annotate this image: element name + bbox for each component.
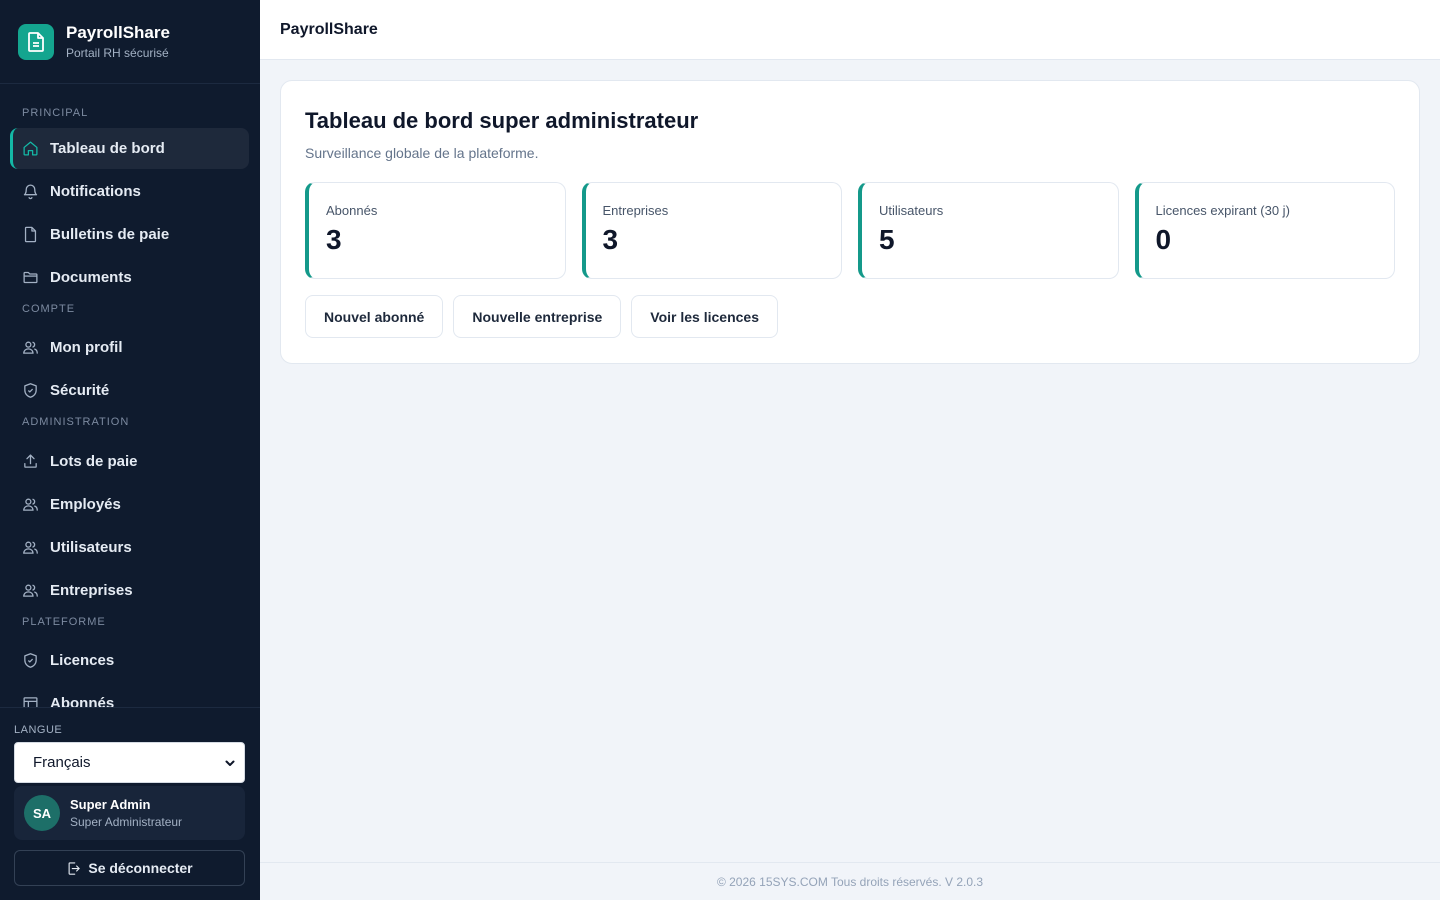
nav-section-plateforme: PLATEFORME [22,616,106,628]
topbar: PayrollShare [260,0,1440,60]
stat-label: Licences expirant (30 j) [1155,203,1290,218]
sidebar-item-profile[interactable]: Mon profil [10,327,249,368]
user-role: Super Administrateur [70,815,183,829]
chevron-down-icon [225,760,235,766]
users-icon [23,541,38,554]
sidebar: PayrollShare Portail RH sécurisé PRINCIP… [0,0,260,900]
language-select[interactable]: Français [14,742,245,783]
stat-value: 3 [602,224,619,255]
user-name: Super Admin [70,797,151,812]
copyright-text: © 2026 15SYS.COM Tous droits réservés. V… [716,874,984,889]
sidebar-item-label: Sécurité [50,382,110,399]
sidebar-item-documents[interactable]: Documents [10,257,249,298]
sidebar-item-companies[interactable]: Entreprises [10,570,249,611]
upload-icon [24,454,37,468]
stat-label: Utilisateurs [879,203,944,218]
stat-value: 0 [1155,224,1172,255]
sidebar-item-subscribers[interactable]: Abonnés [10,683,249,707]
shield-icon [24,653,37,668]
sidebar-item-security[interactable]: Sécurité [10,370,249,411]
sidebar-item-label: Lots de paie [50,453,138,470]
language-label: LANGUE [14,724,63,736]
page-subtitle: Surveillance globale de la plateforme. [305,145,539,161]
actions-row: Nouvel abonné Nouvelle entreprise Voir l… [305,295,1395,338]
page-title: Tableau de bord super administrateur [305,108,699,133]
logout-icon [68,861,81,875]
sidebar-item-label: Utilisateurs [50,539,132,556]
nav-section-principal: PRINCIPAL [22,107,89,119]
stat-card-subscribers: Abonnés 3 [305,182,566,279]
sidebar-footer: LANGUE Français SA Super Admin Super Adm… [0,707,260,900]
new-subscriber-button[interactable]: Nouvel abonné [305,295,444,338]
sidebar-item-label: Bulletins de paie [50,226,170,243]
stat-value: 3 [326,224,342,255]
view-licenses-button[interactable]: Voir les licences [631,295,778,338]
stat-card-users: Utilisateurs 5 [858,182,1119,279]
sidebar-item-label: Entreprises [50,582,133,599]
list-icon [23,697,38,707]
home-icon [23,141,38,156]
nav-section-compte: COMPTE [22,303,76,315]
brand[interactable]: PayrollShare Portail RH sécurisé [0,0,260,84]
sidebar-item-label: Abonnés [50,695,115,707]
sidebar-item-dashboard[interactable]: Tableau de bord [10,128,249,169]
topbar-title: PayrollShare [280,20,378,38]
brand-name: PayrollShare [66,23,170,42]
shield-icon [24,383,37,398]
sidebar-item-payroll-batches[interactable]: Lots de paie [10,441,249,482]
stat-card-expiring-licenses: Licences expirant (30 j) 0 [1134,182,1395,279]
language-selected-value: Français [33,754,91,771]
footer: © 2026 15SYS.COM Tous droits réservés. V… [260,862,1440,900]
users-icon [23,584,38,597]
stat-value: 5 [879,224,895,255]
users-icon [23,498,38,511]
logout-label: Se déconnecter [88,860,193,876]
sidebar-item-licenses[interactable]: Licences [10,640,249,681]
stat-label: Entreprises [602,203,669,218]
sidebar-item-label: Mon profil [50,339,123,356]
sidebar-item-label: Notifications [50,183,141,200]
sidebar-item-users[interactable]: Utilisateurs [10,527,249,568]
document-logo-icon [18,23,54,60]
sidebar-item-notifications[interactable]: Notifications [10,171,249,212]
stat-label: Abonnés [326,203,378,218]
sidebar-item-payslips[interactable]: Bulletins de paie [10,214,249,255]
logout-button[interactable]: Se déconnecter [14,850,245,886]
sidebar-nav: PRINCIPAL Tableau de bord Notifications … [0,84,260,707]
sidebar-item-label: Licences [50,652,115,669]
avatar: SA [24,795,60,831]
folder-icon [23,271,38,284]
sidebar-item-label: Employés [50,496,121,513]
new-company-button[interactable]: Nouvelle entreprise [453,295,622,338]
users-icon [23,341,38,354]
sidebar-item-label: Tableau de bord [50,140,165,157]
stat-card-companies: Entreprises 3 [581,182,842,279]
file-icon [24,226,37,243]
nav-section-administration: ADMINISTRATION [22,416,130,428]
sidebar-item-employees[interactable]: Employés [10,484,249,525]
dashboard-card: Tableau de bord super administrateur Sur… [280,80,1420,364]
user-card[interactable]: SA Super Admin Super Administrateur [14,786,245,840]
stats-row: Abonnés 3 Entreprises 3 Utilisateurs 5 L… [305,182,1395,279]
bell-icon [23,184,38,200]
sidebar-item-label: Documents [50,269,132,286]
brand-subtitle: Portail RH sécurisé [66,46,169,60]
